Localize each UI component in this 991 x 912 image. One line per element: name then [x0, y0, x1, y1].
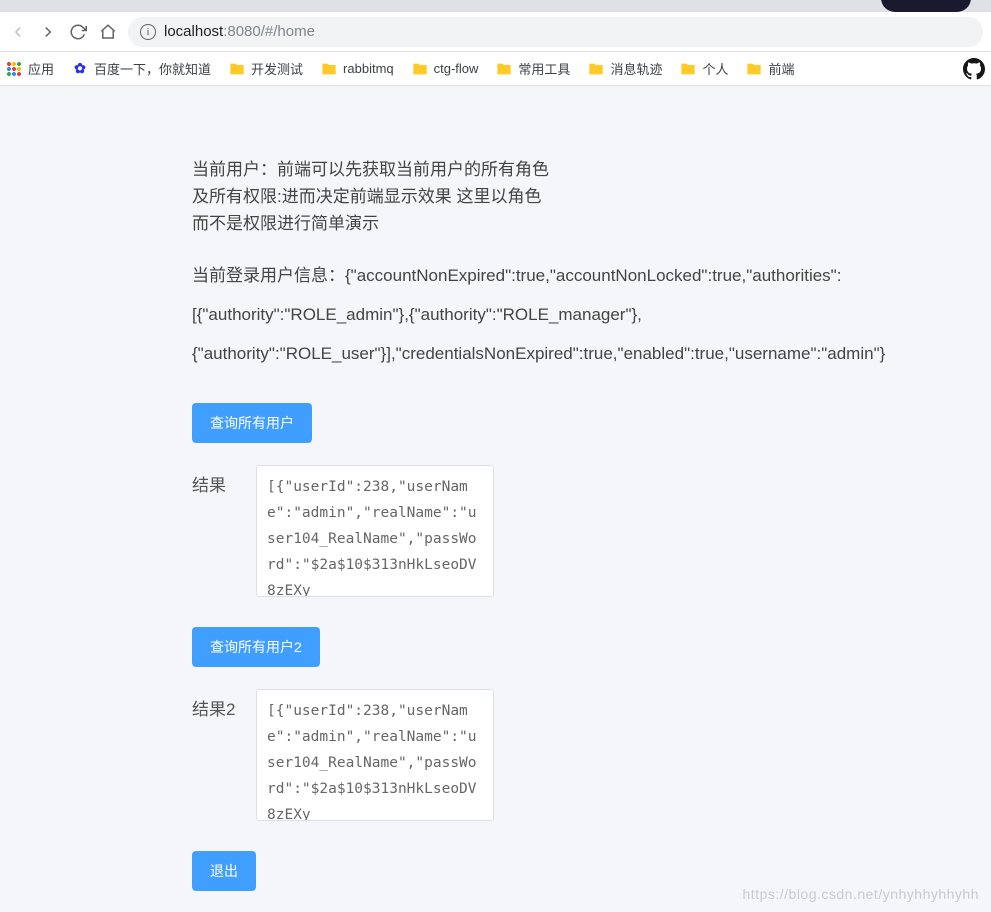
userinfo-line: [{"authority":"ROLE_admin"},{"authority"…: [192, 295, 972, 334]
result2-row: 结果2: [192, 689, 972, 821]
folder-icon: [321, 61, 337, 77]
bookmark-folder-4[interactable]: 消息轨迹: [588, 59, 662, 78]
url-host: localhost: [164, 23, 223, 40]
url-path: /#/home: [261, 23, 315, 40]
result1-row: 结果: [192, 465, 972, 597]
logout-button[interactable]: 退出: [192, 851, 256, 891]
bookmark-folder-1[interactable]: rabbitmq: [321, 61, 394, 77]
result2-label: 结果2: [192, 689, 238, 720]
forward-icon[interactable]: [38, 22, 58, 42]
bookmark-label: 开发测试: [251, 59, 303, 78]
bookmark-label: 消息轨迹: [610, 59, 662, 78]
intro-text: 当前用户：前端可以先获取当前用户的所有角色 及所有权限:进而决定前端显示效果 这…: [192, 156, 972, 238]
folder-icon: [588, 61, 604, 77]
bookmark-folder-5[interactable]: 个人: [680, 59, 728, 78]
url-text: localhost:8080/#/home: [164, 23, 315, 40]
bookmark-folder-0[interactable]: 开发测试: [229, 59, 303, 78]
query-all-users-2-button[interactable]: 查询所有用户2: [192, 627, 320, 667]
bookmark-apps[interactable]: 应用: [6, 59, 54, 78]
content: 当前用户：前端可以先获取当前用户的所有角色 及所有权限:进而决定前端显示效果 这…: [192, 156, 972, 891]
login-user-info: 当前登录用户信息：{"accountNonExpired":true,"acco…: [192, 256, 972, 373]
bookmark-label: 百度一下，你就知道: [94, 59, 211, 78]
site-info-icon[interactable]: i: [140, 24, 156, 40]
query-all-users-button[interactable]: 查询所有用户: [192, 403, 312, 443]
folder-icon: [496, 61, 512, 77]
bookmark-folder-2[interactable]: ctg-flow: [412, 61, 479, 77]
address-bar[interactable]: i localhost:8080/#/home: [128, 17, 983, 47]
intro-line: 而不是权限进行简单演示: [192, 210, 972, 237]
userinfo-line: 当前登录用户信息：{"accountNonExpired":true,"acco…: [192, 256, 972, 295]
bookmark-folder-6[interactable]: 前端: [746, 59, 794, 78]
intro-line: 当前用户：前端可以先获取当前用户的所有角色: [192, 156, 972, 183]
bookmarks-bar: 应用 ✿ 百度一下，你就知道 开发测试 rabbitmq ctg-flow 常用…: [0, 52, 991, 86]
result2-textarea[interactable]: [256, 689, 494, 821]
bookmark-label: ctg-flow: [434, 61, 479, 76]
bookmark-baidu[interactable]: ✿ 百度一下，你就知道: [72, 59, 211, 78]
result1-label: 结果: [192, 465, 238, 496]
result1-textarea[interactable]: [256, 465, 494, 597]
github-icon[interactable]: [963, 58, 985, 80]
userinfo-line: {"authority":"ROLE_user"}],"credentialsN…: [192, 334, 972, 373]
back-icon[interactable]: [8, 22, 28, 42]
page-body: 当前用户：前端可以先获取当前用户的所有角色 及所有权限:进而决定前端显示效果 这…: [0, 86, 991, 912]
bookmark-label: 常用工具: [518, 59, 570, 78]
folder-icon: [746, 61, 762, 77]
folder-icon: [680, 61, 696, 77]
tab-strip: [0, 0, 991, 12]
reload-icon[interactable]: [68, 22, 88, 42]
baidu-icon: ✿: [72, 61, 88, 77]
folder-icon: [412, 61, 428, 77]
home-icon[interactable]: [98, 22, 118, 42]
profile-indicator: [881, 0, 971, 12]
apps-icon: [6, 61, 22, 77]
bookmark-label: 应用: [28, 59, 54, 78]
bookmark-label: 个人: [702, 59, 728, 78]
bookmark-folder-3[interactable]: 常用工具: [496, 59, 570, 78]
bookmark-label: 前端: [768, 59, 794, 78]
url-port: :8080: [223, 23, 261, 40]
intro-line: 及所有权限:进而决定前端显示效果 这里以角色: [192, 183, 972, 210]
browser-toolbar: i localhost:8080/#/home: [0, 12, 991, 52]
folder-icon: [229, 61, 245, 77]
bookmark-label: rabbitmq: [343, 61, 394, 76]
